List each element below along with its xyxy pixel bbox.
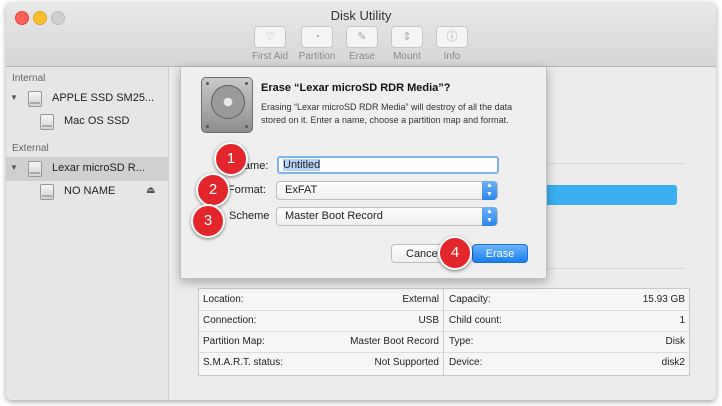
mount-label: Mount: [393, 51, 421, 62]
divider: [545, 268, 685, 269]
chevron-up-down-icon: ▲ ▼: [482, 181, 497, 200]
format-label: Format:: [228, 184, 266, 196]
info-label: Info: [443, 51, 461, 62]
table-row: Location: External Capacity: 15.93 GB: [199, 289, 689, 311]
mount-button[interactable]: ⇕ Mount: [383, 26, 431, 62]
sidebar-item-mac-os-ssd[interactable]: Mac OS SSD: [6, 110, 168, 134]
divider: [545, 163, 685, 164]
hard-drive-icon: [201, 77, 253, 133]
sheet-description: Erasing “Lexar microSD RDR Media” will d…: [261, 102, 513, 125]
volume-icon: [40, 114, 54, 130]
sidebar-section-internal: Internal: [12, 73, 46, 84]
erase-button[interactable]: Erase: [472, 244, 528, 263]
table-row: S.M.A.R.T. status: Not Supported Device:…: [199, 352, 689, 373]
sidebar-item-lexar-microsd[interactable]: ▼ Lexar microSD R...: [6, 157, 168, 181]
disk-icon: [28, 161, 42, 177]
connection-key: Connection:: [203, 315, 257, 326]
callout-marker-4: 4: [438, 236, 472, 270]
name-field-value: Untitled: [283, 159, 321, 171]
erase-icon: ✎: [346, 26, 378, 48]
location-key: Location:: [203, 294, 244, 305]
first-aid-label: First Aid: [251, 51, 289, 62]
sidebar: Internal ▼ APPLE SSD SM25... Mac OS SSD …: [6, 67, 169, 400]
pie-icon: ◔: [301, 26, 333, 48]
child-count-value: 1: [679, 315, 685, 326]
device-key: Device:: [449, 357, 483, 368]
smart-status-key: S.M.A.R.T. status:: [203, 357, 284, 368]
format-select-value: ExFAT: [285, 184, 318, 196]
partition-label: Partition: [298, 51, 336, 62]
child-count-key: Child count:: [449, 315, 502, 326]
smart-status-value: Not Supported: [374, 357, 440, 368]
table-row: Partition Map: Master Boot Record Type: …: [199, 331, 689, 353]
type-key: Type:: [449, 336, 474, 347]
disk-icon: [28, 91, 42, 107]
mount-icon: ⇕: [391, 26, 423, 48]
table-row: Connection: USB Child count: 1: [199, 310, 689, 332]
usage-bar: [535, 185, 677, 205]
erase-toolbar-button[interactable]: ✎ Erase: [338, 26, 386, 62]
sidebar-item-label: NO NAME: [64, 185, 116, 197]
info-table: Location: External Capacity: 15.93 GB Co…: [198, 288, 690, 376]
sheet-heading: Erase “Lexar microSD RDR Media”?: [261, 82, 451, 94]
format-select[interactable]: ExFAT ▲ ▼: [276, 181, 498, 200]
chevron-up-down-icon: ▲ ▼: [482, 207, 497, 226]
scheme-label: Scheme: [229, 210, 270, 222]
sidebar-item-label: Lexar microSD R...: [52, 162, 145, 174]
stethoscope-icon: ♡: [254, 26, 286, 48]
callout-marker-2: 2: [196, 173, 230, 207]
sidebar-item-no-name[interactable]: NO NAME ⏏: [6, 180, 168, 204]
info-icon: ⓘ: [436, 26, 468, 48]
sidebar-item-label: APPLE SSD SM25...: [52, 92, 155, 104]
callout-marker-3: 3: [191, 204, 225, 238]
eject-icon[interactable]: ⏏: [146, 185, 155, 196]
partition-map-key: Partition Map:: [203, 336, 265, 347]
sidebar-item-label: Mac OS SSD: [64, 115, 130, 127]
title-bar: Disk Utility ♡ First Aid ◔ Partition ✎ E…: [6, 2, 716, 67]
erase-toolbar-label: Erase: [348, 51, 376, 62]
info-button[interactable]: ⓘ Info: [428, 26, 476, 62]
capacity-key: Capacity:: [449, 294, 491, 305]
device-value: disk2: [661, 357, 685, 368]
sidebar-section-external: External: [12, 143, 49, 154]
connection-value: USB: [418, 315, 439, 326]
partition-button[interactable]: ◔ Partition: [293, 26, 341, 62]
capacity-value: 15.93 GB: [642, 294, 685, 305]
scheme-select[interactable]: Master Boot Record ▲ ▼: [276, 207, 498, 226]
disclosure-triangle-icon[interactable]: ▼: [10, 163, 18, 172]
sidebar-item-apple-ssd[interactable]: ▼ APPLE SSD SM25...: [6, 87, 168, 111]
type-value: Disk: [665, 336, 685, 347]
partition-map-value: Master Boot Record: [350, 336, 439, 347]
window-title: Disk Utility: [330, 8, 392, 23]
callout-marker-1: 1: [214, 142, 248, 176]
disclosure-triangle-icon[interactable]: ▼: [10, 93, 18, 102]
scheme-select-value: Master Boot Record: [285, 210, 383, 222]
volume-icon: [40, 184, 54, 200]
location-value: External: [402, 294, 439, 305]
name-field[interactable]: Untitled: [277, 156, 499, 174]
first-aid-button[interactable]: ♡ First Aid: [246, 26, 294, 62]
